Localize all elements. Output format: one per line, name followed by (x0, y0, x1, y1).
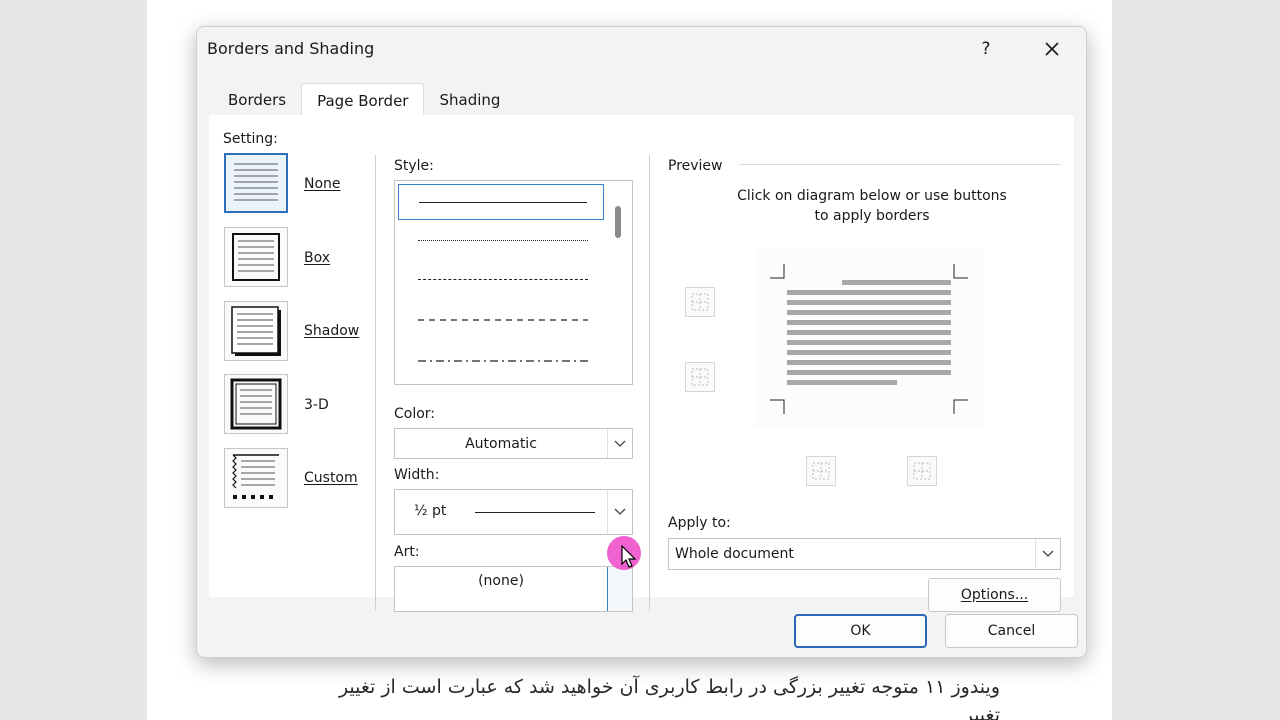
mouse-pointer-icon (621, 545, 637, 568)
page-border-panel: Setting: None Box Shadow 3-D Custom Styl… (209, 115, 1074, 612)
ok-button[interactable]: OK (794, 614, 927, 648)
style-listbox[interactable] (394, 180, 633, 385)
color-label: Color: (394, 406, 436, 422)
style-option-dense-dashed[interactable] (398, 261, 604, 297)
column-divider (375, 155, 376, 611)
page-preview-graphic (770, 264, 968, 414)
document-text-line: ویندوز ۱۱ متوجه تغییر بزرگی در رابط کارب… (338, 676, 1000, 698)
setting-shadow-button[interactable] (224, 301, 288, 361)
options-label: Options... (960, 587, 1029, 603)
bottom-border-button[interactable] (685, 362, 715, 392)
art-dropdown[interactable]: (none) (394, 566, 633, 612)
setting-box-button[interactable] (224, 227, 288, 287)
left-border-button[interactable] (806, 456, 836, 486)
preview-diagram[interactable] (754, 248, 984, 428)
setting-shadow-label: Shadow (304, 323, 360, 339)
style-option-solid[interactable] (398, 184, 604, 220)
page-box-icon (232, 233, 280, 281)
page-shadow-icon (231, 306, 281, 356)
style-option-dotted[interactable] (398, 222, 604, 258)
width-dropdown[interactable]: ½ pt (394, 489, 633, 535)
window-background-left (0, 0, 147, 720)
color-dropdown[interactable]: Automatic (394, 428, 633, 459)
style-label: Style: (394, 158, 434, 174)
close-button[interactable] (1037, 35, 1067, 63)
borders-and-shading-dialog: Borders and Shading ? Borders Page Borde… (196, 26, 1087, 658)
border-left-icon (812, 462, 830, 480)
document-text-line: تغییر (963, 704, 1000, 720)
preview-divider (739, 164, 1061, 165)
page-custom-icon (232, 454, 279, 499)
setting-label: Setting: (223, 131, 278, 147)
preview-label: Preview (668, 158, 723, 174)
border-top-icon (691, 293, 709, 311)
setting-none-label: None (304, 176, 341, 192)
art-dropdown-arrow-button[interactable] (607, 567, 632, 611)
close-icon (1045, 42, 1059, 56)
preview-hint: Click on diagram below or use buttons to… (697, 186, 1047, 226)
apply-to-value: Whole document (675, 546, 794, 562)
color-value: Automatic (465, 436, 537, 452)
art-value: (none) (478, 573, 524, 589)
dialog-title: Borders and Shading (207, 39, 375, 58)
help-button[interactable]: ? (971, 35, 1001, 63)
options-button[interactable]: Options... (928, 578, 1061, 612)
page-none-icon (234, 163, 278, 201)
width-preview-line (475, 512, 595, 513)
style-option-dashed[interactable] (398, 302, 604, 338)
chevron-down-icon[interactable] (608, 490, 632, 534)
setting-none-button[interactable] (224, 153, 288, 213)
style-option-dash-dot[interactable] (398, 343, 604, 379)
top-border-button[interactable] (685, 287, 715, 317)
apply-to-dropdown[interactable]: Whole document (668, 538, 1061, 570)
column-divider (649, 155, 650, 611)
preview-hint-line: Click on diagram below or use buttons (737, 188, 1007, 204)
art-label: Art: (394, 544, 420, 560)
cancel-button[interactable]: Cancel (945, 614, 1078, 648)
tab-shading[interactable]: Shading (424, 83, 515, 115)
page-3d-icon (230, 378, 282, 430)
border-bottom-icon (691, 368, 709, 386)
preview-hint-line: to apply borders (814, 208, 930, 224)
chevron-down-icon[interactable] (608, 429, 632, 458)
tab-borders[interactable]: Borders (213, 83, 301, 115)
width-label: Width: (394, 467, 440, 483)
setting-custom-button[interactable] (224, 448, 288, 508)
chevron-down-icon[interactable] (1036, 539, 1060, 569)
right-border-button[interactable] (907, 456, 937, 486)
setting-3d-label: 3-D (304, 397, 329, 413)
style-scrollbar-thumb[interactable] (615, 206, 621, 238)
setting-custom-label: Custom (304, 470, 358, 486)
setting-box-label: Box (304, 250, 331, 266)
apply-to-label: Apply to: (668, 515, 731, 531)
tab-strip: Borders Page Border Shading (213, 83, 515, 115)
border-right-icon (913, 462, 931, 480)
tab-page-border[interactable]: Page Border (301, 83, 425, 115)
setting-3d-button[interactable] (224, 374, 288, 434)
window-background-right (1112, 0, 1280, 720)
width-value: ½ pt (414, 503, 447, 519)
